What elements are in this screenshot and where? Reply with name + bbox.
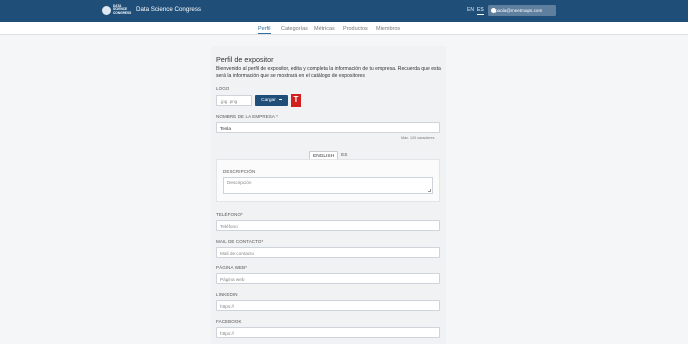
page-title: Perfil de expositor [216, 55, 274, 64]
description-placeholder: Descripción [227, 180, 252, 185]
contact-email-input[interactable]: Mail de contacto [216, 247, 440, 258]
company-name-input[interactable]: Tesla [216, 122, 440, 133]
upload-button-label: Cargar [261, 98, 276, 103]
facebook-label: FACEBOOK [216, 319, 242, 324]
company-name-label: NOMBRE DE LA EMPRESA * [216, 114, 278, 119]
upload-icon [278, 99, 282, 102]
description-label: DESCRIPCIÓN [223, 169, 256, 174]
logo-file-input[interactable]: .jpg .png [216, 95, 252, 106]
user-menu-button[interactable]: paola@meetmaps.com [488, 5, 556, 16]
lang-en-button[interactable]: EN [467, 7, 474, 13]
brand-logo-text: DATA SCIENCE CONGRESS [113, 4, 132, 15]
facebook-input[interactable]: https:// [216, 327, 440, 338]
resize-handle-icon[interactable] [428, 189, 431, 192]
lang-es-button[interactable]: ES [477, 7, 484, 15]
tab-productos[interactable]: Productos [343, 26, 368, 32]
contact-email-label: MAIL DE CONTACTO* [216, 239, 264, 244]
user-icon [491, 8, 496, 13]
company-logo-preview: T [291, 94, 301, 107]
tab-categorias[interactable]: Categorías [281, 26, 308, 32]
logo-label: LOGO [216, 86, 230, 91]
tab-perfil[interactable]: Perfil [258, 26, 271, 34]
linkedin-input[interactable]: https:// [216, 300, 440, 311]
brand-logo-icon [102, 5, 111, 15]
website-label: PÁGINA WEB* [216, 265, 248, 270]
website-input[interactable]: Página web [216, 273, 440, 284]
user-email: paola@meetmaps.com [495, 8, 543, 13]
intro-text: Bienvenido al perfil de expositor, edita… [216, 66, 441, 79]
app-title: Data Science Congress [136, 6, 202, 13]
section-nav: Perfil Categorías Métricas Productos Mie… [0, 22, 688, 35]
description-textarea[interactable]: Descripción [223, 177, 433, 194]
phone-label: TELÉFONO* [216, 212, 243, 217]
brand[interactable]: DATA SCIENCE CONGRESS [102, 4, 133, 15]
upload-logo-button[interactable]: Cargar [255, 95, 288, 106]
tab-metricas[interactable]: Métricas [314, 26, 335, 32]
top-header: DATA SCIENCE CONGRESS Data Science Congr… [0, 0, 688, 22]
tab-miembros[interactable]: Miembros [376, 26, 400, 32]
phone-input[interactable]: Teléfono [216, 220, 440, 231]
linkedin-label: LINKEDIN [216, 292, 238, 297]
max-chars-hint: Máx. 120 caracteres [401, 136, 435, 140]
